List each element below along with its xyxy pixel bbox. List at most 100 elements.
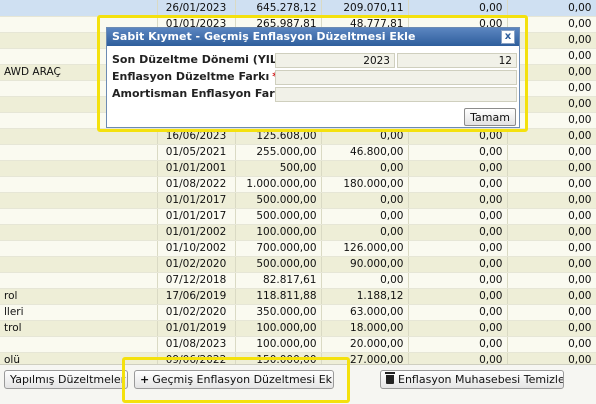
table-cell-c5: 0,00 bbox=[507, 336, 596, 353]
table-cell-c4: 0,00 bbox=[408, 256, 508, 273]
table-cell-c4: 0,00 bbox=[408, 0, 508, 17]
amortisman-enflasyon-input[interactable] bbox=[275, 87, 517, 102]
amortisman-enflasyon-text: Amortisman Enflasyon Farkı bbox=[112, 87, 286, 100]
table-cell-name bbox=[0, 208, 158, 225]
table-cell-amount: 500,00 bbox=[235, 160, 322, 177]
table-row[interactable]: 01/08/2023 100.000,00 20.000,00 0,00 0,00 bbox=[0, 336, 596, 353]
table-cell-date: 01/01/2019 bbox=[157, 320, 236, 337]
table-row[interactable]: 26/01/2023 645.278,12 209.070,11 0,00 0,00 bbox=[0, 0, 596, 17]
table-cell-depr: 0,00 bbox=[321, 160, 409, 177]
table-cell-name bbox=[0, 160, 158, 177]
table-cell-name bbox=[0, 336, 158, 353]
table-cell-c5: 0,00 bbox=[507, 32, 596, 49]
tamam-button[interactable]: Tamam bbox=[464, 108, 516, 126]
table-row[interactable]: 01/01/2002 100.000,00 0,00 0,00 0,00 bbox=[0, 224, 596, 241]
table-cell-depr: 209.070,11 bbox=[321, 0, 409, 17]
table-cell-name: lleri bbox=[0, 304, 158, 321]
table-cell-c4: 0,00 bbox=[408, 240, 508, 257]
table-cell-depr: 1.188,12 bbox=[321, 288, 409, 305]
table-cell-amount: 118.811,88 bbox=[235, 288, 322, 305]
yapilmis-duzeltmeler-button[interactable]: Yapılmış Düzeltmeler bbox=[4, 370, 128, 389]
table-cell-date: 01/05/2021 bbox=[157, 144, 236, 161]
table-cell-date: 01/01/2002 bbox=[157, 224, 236, 241]
table-cell-amount: 1.000.000,00 bbox=[235, 176, 322, 193]
table-cell-c5: 0,00 bbox=[507, 80, 596, 97]
table-cell-c5: 0,00 bbox=[507, 288, 596, 305]
table-row[interactable]: 01/01/2017 500.000,00 0,00 0,00 0,00 bbox=[0, 192, 596, 209]
bottom-toolbar: Yapılmış Düzeltmeler + Geçmiş Enflasyon D… bbox=[0, 364, 596, 404]
table-cell-depr: 90.000,00 bbox=[321, 256, 409, 273]
table-row[interactable]: 16/06/2023 125.608,00 0,00 0,00 0,00 bbox=[0, 128, 596, 145]
amortisman-enflasyon-row: Amortisman Enflasyon Farkı* bbox=[107, 86, 519, 103]
table-cell-depr: 0,00 bbox=[321, 272, 409, 289]
table-cell-amount: 500.000,00 bbox=[235, 256, 322, 273]
table-cell-c5: 0,00 bbox=[507, 128, 596, 145]
dialog-title-bar: Sabit Kıymet - Geçmiş Enflasyon Düzeltme… bbox=[107, 28, 519, 46]
table-cell-c5: 0,00 bbox=[507, 256, 596, 273]
table-row[interactable]: 01/02/2020 500.000,00 90.000,00 0,00 0,00 bbox=[0, 256, 596, 273]
table-cell-date: 01/01/2017 bbox=[157, 192, 236, 209]
table-row[interactable]: 01/05/2021 255.000,00 46.800,00 0,00 0,00 bbox=[0, 144, 596, 161]
enflasyon-duzeltme-row: Enflasyon Düzeltme Farkı* bbox=[107, 69, 519, 86]
table-cell-c5: 0,00 bbox=[507, 64, 596, 81]
son-duzeltme-month-input[interactable] bbox=[397, 53, 517, 68]
table-cell-amount: 500.000,00 bbox=[235, 208, 322, 225]
son-duzeltme-year-input[interactable] bbox=[275, 53, 395, 68]
table-cell-c5: 0,00 bbox=[507, 16, 596, 33]
table-row[interactable]: 01/08/2022 1.000.000,00 180.000,00 0,00 0,00 bbox=[0, 176, 596, 193]
table-row[interactable]: lleri 01/02/2020 350.000,00 63.000,00 0,00 0,… bbox=[0, 304, 596, 321]
enflasyon-duzeltme-input[interactable] bbox=[275, 70, 517, 85]
amortisman-enflasyon-label: Amortisman Enflasyon Farkı* bbox=[112, 87, 295, 100]
table-cell-c5: 0,00 bbox=[507, 224, 596, 241]
table-cell-name bbox=[0, 272, 158, 289]
table-cell-c4: 0,00 bbox=[408, 192, 508, 209]
table-cell-depr: 0,00 bbox=[321, 224, 409, 241]
table-row[interactable]: 01/01/2001 500,00 0,00 0,00 0,00 bbox=[0, 160, 596, 177]
table-cell-date: 01/02/2020 bbox=[157, 304, 236, 321]
table-cell-name: rol bbox=[0, 288, 158, 305]
table-cell-c5: 0,00 bbox=[507, 160, 596, 177]
table-cell-amount: 500.000,00 bbox=[235, 192, 322, 209]
table-cell-amount: 125.608,00 bbox=[235, 128, 322, 145]
table-cell-depr: 63.000,00 bbox=[321, 304, 409, 321]
table-cell-date: 01/08/2022 bbox=[157, 176, 236, 193]
enflasyon-duzeltme-label: Enflasyon Düzeltme Farkı* bbox=[112, 70, 278, 83]
table-row[interactable]: 01/01/2017 500.000,00 0,00 0,00 0,00 bbox=[0, 208, 596, 225]
close-icon[interactable]: x bbox=[501, 30, 515, 44]
table-row[interactable]: rol 17/06/2019 118.811,88 1.188,12 0,00 0,00 bbox=[0, 288, 596, 305]
table-cell-c4: 0,00 bbox=[408, 336, 508, 353]
table-cell-amount: 350.000,00 bbox=[235, 304, 322, 321]
son-duzeltme-row: Son Düzeltme Dönemi (YIL/AY) bbox=[107, 52, 519, 69]
table-cell-name bbox=[0, 0, 158, 17]
table-cell-c4: 0,00 bbox=[408, 208, 508, 225]
temizle-label: Enflasyon Muhasebesi Temizle bbox=[398, 373, 564, 386]
table-cell-amount: 100.000,00 bbox=[235, 336, 322, 353]
dialog-title: Sabit Kıymet - Geçmiş Enflasyon Düzeltme… bbox=[112, 30, 416, 43]
table-cell-date: 07/12/2018 bbox=[157, 272, 236, 289]
table-cell-depr: 0,00 bbox=[321, 208, 409, 225]
gecmis-enflasyon-ekle-button[interactable]: + Geçmiş Enflasyon Düzeltmesi Ekle bbox=[134, 370, 334, 389]
table-cell-date: 01/08/2023 bbox=[157, 336, 236, 353]
table-cell-date: 01/02/2020 bbox=[157, 256, 236, 273]
table-cell-amount: 700.000,00 bbox=[235, 240, 322, 257]
enflasyon-muhasebesi-temizle-button[interactable]: Enflasyon Muhasebesi Temizle bbox=[380, 370, 564, 389]
table-cell-date: 26/01/2023 bbox=[157, 0, 236, 17]
table-row[interactable]: trol 01/01/2019 100.000,00 18.000,00 0,00 0,0… bbox=[0, 320, 596, 337]
table-cell-c5: 0,00 bbox=[507, 48, 596, 65]
table-cell-name bbox=[0, 240, 158, 257]
table-cell-c5: 0,00 bbox=[507, 96, 596, 113]
table-cell-c5: 0,00 bbox=[507, 0, 596, 17]
son-duzeltme-label: Son Düzeltme Dönemi (YIL/AY) bbox=[112, 53, 302, 66]
plus-icon: + bbox=[140, 373, 150, 386]
table-cell-amount: 82.817,61 bbox=[235, 272, 322, 289]
table-cell-c4: 0,00 bbox=[408, 224, 508, 241]
table-row[interactable]: 07/12/2018 82.817,61 0,00 0,00 0,00 bbox=[0, 272, 596, 289]
trash-icon bbox=[385, 372, 395, 384]
table-cell-c4: 0,00 bbox=[408, 160, 508, 177]
table-row[interactable]: 01/10/2002 700.000,00 126.000,00 0,00 0,00 bbox=[0, 240, 596, 257]
table-cell-depr: 126.000,00 bbox=[321, 240, 409, 257]
table-cell-c5: 0,00 bbox=[507, 304, 596, 321]
table-cell-c5: 0,00 bbox=[507, 208, 596, 225]
table-cell-c5: 0,00 bbox=[507, 320, 596, 337]
table-cell-c4: 0,00 bbox=[408, 128, 508, 145]
